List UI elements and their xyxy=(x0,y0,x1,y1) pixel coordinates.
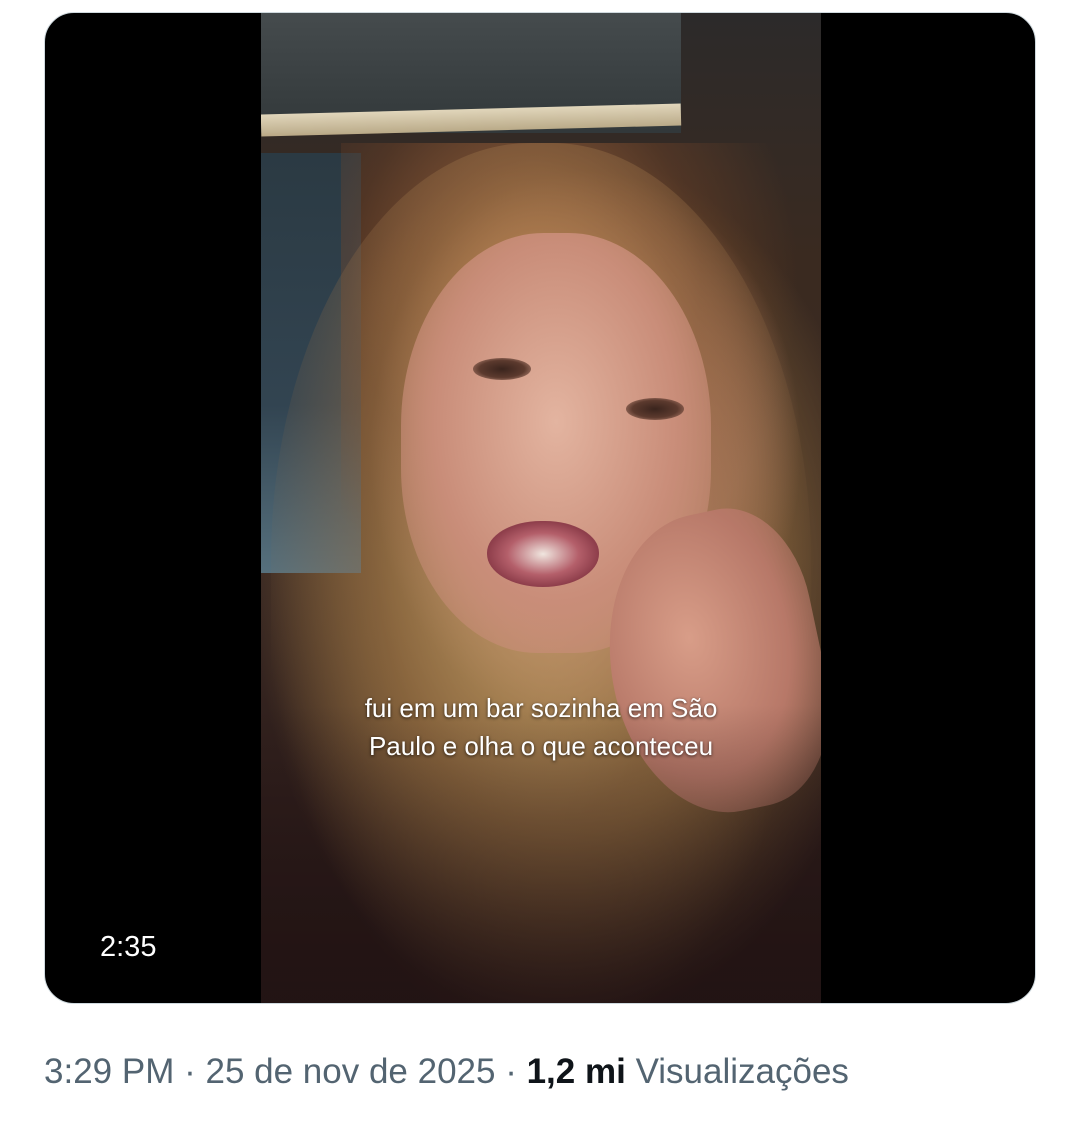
views-count[interactable]: 1,2 mi xyxy=(527,1052,626,1091)
video-caption-line: fui em um bar sozinha em São xyxy=(364,693,718,723)
video-duration: 2:35 xyxy=(100,931,157,963)
tweet-date[interactable]: 25 de nov de 2025 xyxy=(205,1052,495,1091)
video-caption-line: Paulo e olha o que aconteceu xyxy=(368,731,714,761)
views-label[interactable]: Visualizações xyxy=(636,1052,849,1091)
tweet-meta: 3:29 PM · 25 de nov de 2025 · 1,2 mi Vis… xyxy=(44,1052,849,1092)
video-scene-mouth xyxy=(487,521,599,587)
video-frame[interactable]: fui em um bar sozinha em São Paulo e olh… xyxy=(261,13,821,1003)
tweet-video[interactable]: fui em um bar sozinha em São Paulo e olh… xyxy=(44,12,1036,1004)
tweet-time[interactable]: 3:29 PM xyxy=(44,1052,174,1091)
video-caption: fui em um bar sozinha em São Paulo e olh… xyxy=(261,689,821,765)
meta-separator: · xyxy=(505,1052,517,1091)
video-scene-eye xyxy=(626,398,684,420)
video-scene-eye xyxy=(473,358,531,380)
meta-separator: · xyxy=(184,1052,196,1091)
